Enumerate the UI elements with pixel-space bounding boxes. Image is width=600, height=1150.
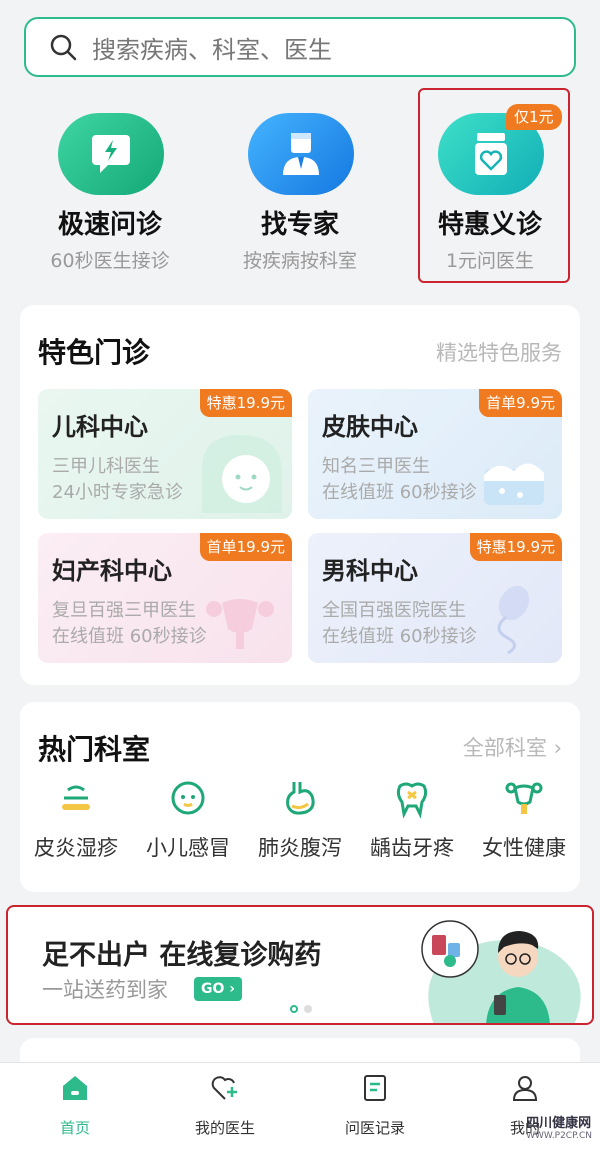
department-label: 小儿感冒 xyxy=(146,836,230,860)
department-label: 皮炎湿疹 xyxy=(34,836,118,860)
search-icon xyxy=(50,34,77,61)
clinic-tile-andrology[interactable]: 特惠19.9元 男科中心 全国百强医院医生 在线值班 60秒接诊 xyxy=(308,533,562,663)
clinic-desc: 知名三甲医生 xyxy=(322,456,430,477)
clinic-name: 男科中心 xyxy=(322,557,418,585)
chevron-right-icon: › xyxy=(553,736,562,760)
record-icon xyxy=(364,1075,386,1101)
tab-consult-records[interactable]: 问医记录 xyxy=(300,1073,450,1138)
quick-entry-fast-consult[interactable]: 极速问诊 60秒医生接诊 xyxy=(20,100,200,290)
quick-entry-find-expert[interactable]: 找专家 按疾病按科室 xyxy=(210,100,390,290)
carousel-dot-active[interactable] xyxy=(290,1005,298,1013)
site-watermark: 四川健康网 WWW.P2CP.CN xyxy=(526,1112,592,1141)
department-item[interactable]: 小儿感冒 xyxy=(132,776,244,862)
section-title: 热门科室 xyxy=(38,733,151,766)
clinic-desc: 全国百强医院医生 xyxy=(322,600,466,621)
doctor-icon xyxy=(248,113,354,195)
quick-entry-subtitle: 按疾病按科室 xyxy=(242,250,357,272)
uterus-icon xyxy=(505,782,543,814)
tab-label: 问医记录 xyxy=(344,1119,405,1137)
search-bar[interactable]: 搜索疾病、科室、医生 xyxy=(24,17,576,77)
quick-entry-subtitle: 60秒医生接诊 xyxy=(50,250,170,272)
department-label: 龋齿牙疼 xyxy=(370,836,454,860)
clinic-badge: 首单9.9元 xyxy=(479,389,562,417)
user-icon xyxy=(512,1076,538,1101)
baby-face-icon xyxy=(202,435,282,513)
clinic-desc: 在线值班 60秒接诊 xyxy=(322,482,477,503)
tab-home[interactable]: 首页 xyxy=(0,1073,150,1138)
department-label: 女性健康 xyxy=(482,836,566,860)
clinic-desc: 在线值班 60秒接诊 xyxy=(52,626,207,647)
clinic-tile-obstetrics[interactable]: 首单19.9元 妇产科中心 复旦百强三甲医生 在线值班 60秒接诊 xyxy=(38,533,292,663)
bottom-tab-bar: 首页 我的医生 问医记录 我的 xyxy=(0,1062,600,1150)
clinic-name: 皮肤中心 xyxy=(322,413,418,441)
department-item[interactable]: 肺炎腹泻 xyxy=(244,776,356,862)
department-item[interactable]: 女性健康 xyxy=(468,776,580,862)
banner-subtitle: 一站送药到家 xyxy=(42,978,168,1002)
departments-card: 热门科室 全部科室 › 皮炎湿疹 小儿感冒 肺炎腹泻 龋齿牙疼 女性健康 xyxy=(20,702,580,892)
clinic-badge: 特惠19.9元 xyxy=(199,389,292,417)
clinic-desc: 复旦百强三甲医生 xyxy=(52,600,196,621)
watermark-url: WWW.P2CP.CN xyxy=(526,1131,592,1141)
banner-title: 足不出户 在线复诊购药 xyxy=(42,940,322,971)
department-item[interactable]: 龋齿牙疼 xyxy=(356,776,468,862)
all-departments-link[interactable]: 全部科室 › xyxy=(463,732,562,762)
clinic-desc: 24小时专家急诊 xyxy=(52,482,183,503)
watermark-name: 四川健康网 xyxy=(526,1116,592,1131)
department-item[interactable]: 皮炎湿疹 xyxy=(20,776,132,862)
uterus-icon xyxy=(206,599,274,649)
tab-label: 我的医生 xyxy=(194,1119,255,1137)
go-label: GO xyxy=(201,981,225,997)
doctor-illustration xyxy=(421,920,581,1023)
clinic-tile-dermatology[interactable]: 首单9.9元 皮肤中心 知名三甲医生 在线值班 60秒接诊 xyxy=(308,389,562,519)
section-title: 特色门诊 xyxy=(38,336,151,369)
clinic-name: 儿科中心 xyxy=(52,413,148,441)
banner-go-button[interactable]: GO › xyxy=(194,977,243,1001)
heart-plus-icon xyxy=(211,1076,237,1100)
all-departments-label: 全部科室 xyxy=(462,736,554,760)
promo-banner[interactable]: 足不出户 在线复诊购药 一站送药到家 GO › xyxy=(6,905,594,1025)
home-icon xyxy=(63,1076,87,1100)
clinic-name: 妇产科中心 xyxy=(52,557,172,585)
clinic-tile-pediatrics[interactable]: 特惠19.9元 儿科中心 三甲儿科医生 24小时专家急诊 xyxy=(38,389,292,519)
clinic-badge: 首单19.9元 xyxy=(199,533,292,561)
featured-clinics-card: 特色门诊 精选特色服务 特惠19.9元 儿科中心 三甲儿科医生 24小时专家急诊… xyxy=(20,305,580,685)
skin-icon xyxy=(62,785,90,810)
tab-my-doctors[interactable]: 我的医生 xyxy=(150,1073,300,1138)
tab-label: 首页 xyxy=(59,1119,90,1137)
stomach-icon xyxy=(286,782,315,815)
chat-lightning-icon xyxy=(58,113,164,195)
search-placeholder: 搜索疾病、科室、医生 xyxy=(92,35,332,64)
clinic-desc: 三甲儿科医生 xyxy=(52,456,160,477)
carousel-dots[interactable] xyxy=(290,1005,312,1013)
quick-entry-title: 找专家 xyxy=(260,210,339,240)
price-tag: 仅1元 xyxy=(506,104,562,130)
skin-icon xyxy=(484,463,544,505)
quick-entry-title: 极速问诊 xyxy=(57,210,162,240)
clinic-desc: 在线值班 60秒接诊 xyxy=(322,626,477,647)
chevron-right-icon: › xyxy=(229,981,236,997)
sperm-icon xyxy=(497,585,530,655)
carousel-dot[interactable] xyxy=(304,1005,312,1013)
baby-face-icon xyxy=(171,781,205,815)
department-label: 肺炎腹泻 xyxy=(258,836,342,860)
clinic-badge: 特惠19.9元 xyxy=(469,533,562,561)
tooth-icon xyxy=(396,782,428,819)
featured-more-link[interactable]: 精选特色服务 xyxy=(436,337,562,367)
